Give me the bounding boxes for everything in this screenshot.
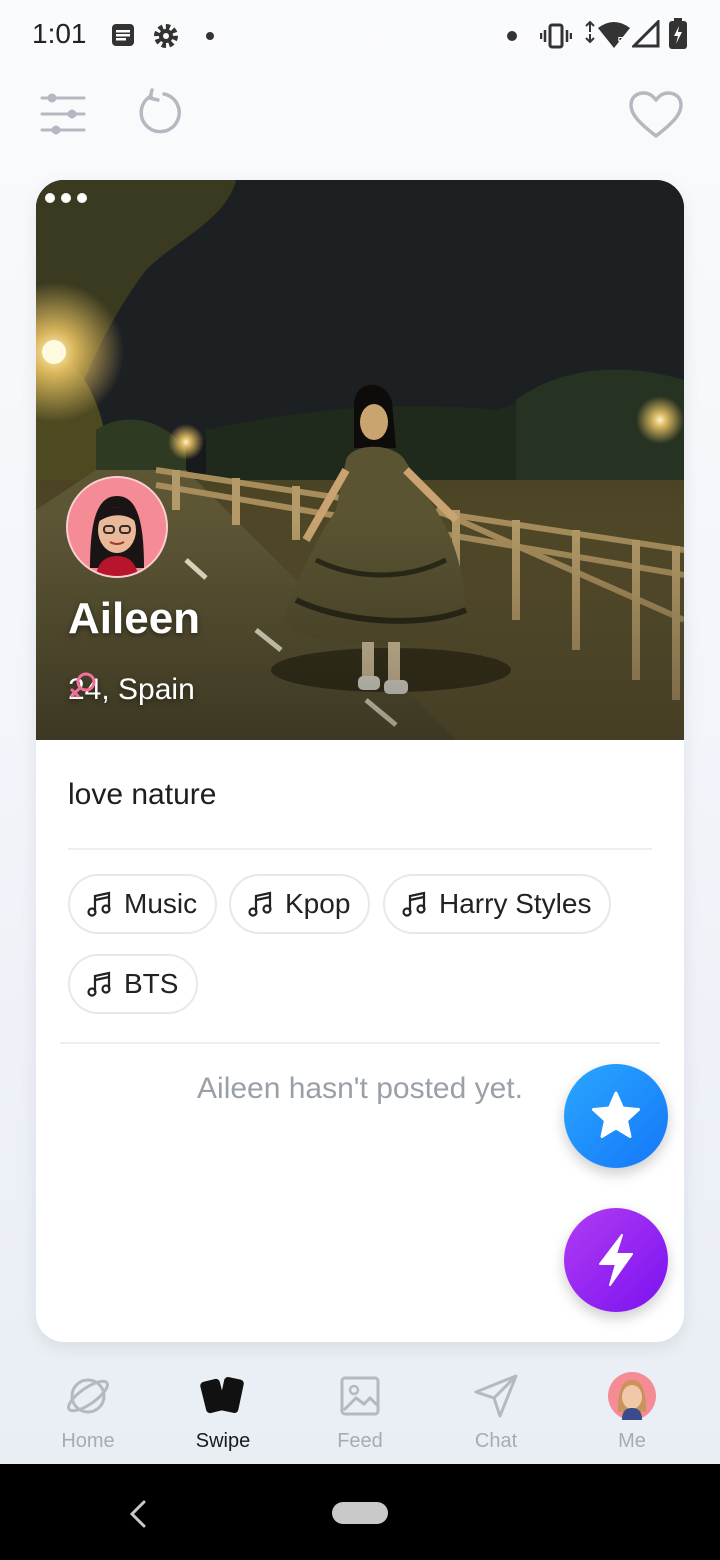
star-icon — [592, 1091, 640, 1138]
nav-swipe[interactable]: Swipe — [163, 1372, 283, 1464]
interest-tag-label: Harry Styles — [439, 888, 592, 919]
night-walkway-photo — [36, 180, 684, 740]
filter-button[interactable] — [40, 90, 88, 138]
back-chevron-icon[interactable] — [120, 1496, 156, 1532]
status-bar: 1:01 5 — [0, 0, 720, 72]
interest-tag-label: Music — [124, 888, 198, 919]
avatar-icon — [68, 478, 166, 576]
dot-icon — [206, 32, 214, 40]
profile-meta: 24, Spain — [68, 670, 195, 710]
music-note-icon — [87, 891, 111, 917]
notification-doc-icon — [112, 24, 134, 46]
interest-tag-kpop[interactable]: Kpop — [229, 874, 371, 934]
profile-name: Aileen — [68, 594, 201, 643]
nav-label: Home — [61, 1430, 115, 1452]
interest-tag-harry-styles[interactable]: Harry Styles — [383, 874, 612, 934]
nav-label: Swipe — [195, 1430, 251, 1452]
profile-photo[interactable]: Aileen 24, Spain — [36, 180, 684, 740]
divider — [68, 848, 652, 850]
nav-feed[interactable]: Feed — [300, 1372, 420, 1464]
nav-label: Chat — [474, 1430, 518, 1452]
nav-home[interactable]: Home — [28, 1372, 148, 1464]
boost-button[interactable] — [564, 1208, 668, 1312]
vibrate-icon — [540, 23, 572, 49]
sliders-icon — [40, 93, 86, 135]
interest-tag-label: BTS — [124, 968, 179, 999]
svg-text:5: 5 — [617, 35, 625, 49]
more-options-button[interactable] — [36, 180, 96, 216]
wifi-icon: 5 — [585, 20, 630, 49]
undo-icon — [139, 88, 181, 134]
profile-bio: love nature — [68, 778, 217, 811]
top-bar — [0, 72, 720, 162]
status-time: 1:01 — [32, 18, 87, 49]
cell-signal-icon — [632, 20, 660, 48]
lightning-icon — [599, 1234, 633, 1286]
music-note-icon — [248, 891, 272, 917]
profile-avatar[interactable] — [66, 476, 168, 578]
data-saver-icon — [507, 31, 517, 41]
nav-chat[interactable]: Chat — [436, 1372, 556, 1464]
profile-card[interactable]: Aileen 24, Spain love nature Music Kpop … — [36, 180, 684, 1342]
settings-gear-icon — [154, 24, 178, 48]
heart-outline-icon — [629, 91, 683, 138]
nav-label: Me — [618, 1430, 646, 1452]
home-pill[interactable] — [332, 1502, 388, 1524]
female-symbol-icon — [70, 672, 96, 698]
music-note-icon — [402, 891, 426, 917]
interest-tag-label: Kpop — [285, 888, 351, 919]
planet-icon — [67, 1378, 109, 1414]
image-icon — [340, 1376, 380, 1416]
music-note-icon — [87, 971, 111, 997]
divider — [60, 1042, 660, 1044]
undo-button[interactable] — [138, 88, 184, 138]
bottom-nav: Home Swipe Feed Chat Me — [0, 1360, 720, 1464]
cards-icon — [200, 1377, 244, 1414]
super-like-button[interactable] — [564, 1064, 668, 1168]
send-icon — [474, 1374, 518, 1418]
interest-tag-bts[interactable]: BTS — [68, 954, 199, 1014]
like-button[interactable] — [628, 90, 684, 140]
nav-me[interactable]: Me — [572, 1372, 692, 1464]
system-nav-bar — [0, 1464, 720, 1560]
interest-tag-music[interactable]: Music — [68, 874, 218, 934]
nav-label: Feed — [337, 1430, 383, 1452]
battery-charging-icon — [669, 18, 687, 49]
avatar-icon — [608, 1372, 656, 1420]
